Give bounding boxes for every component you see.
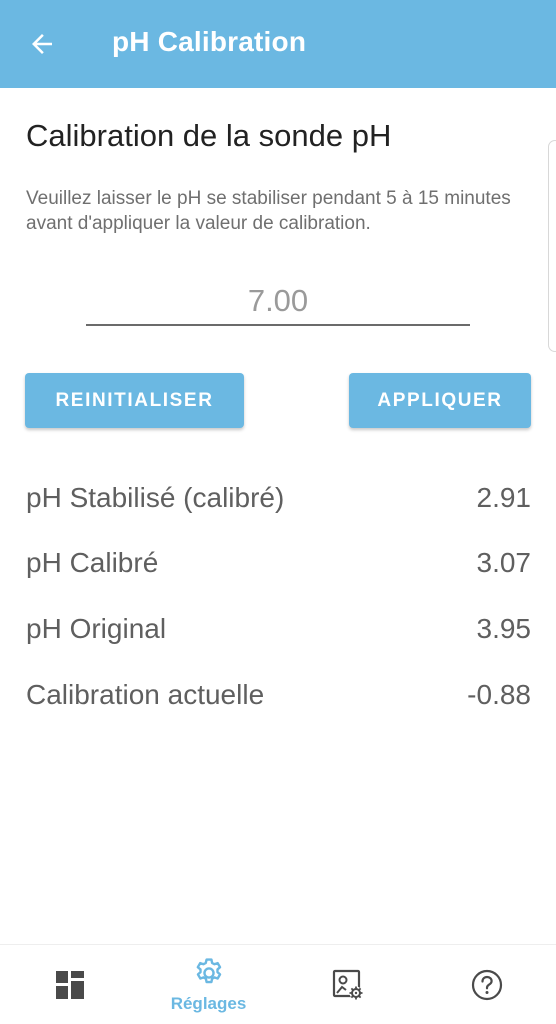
gear-icon <box>196 958 221 984</box>
scroll-edge-handle[interactable] <box>548 140 556 352</box>
app-bar: pH Calibration <box>0 0 556 88</box>
reading-value: 2.91 <box>476 482 532 513</box>
app-screen: pH Calibration Calibration de la sonde p… <box>0 0 556 1024</box>
reading-value: 3.95 <box>476 613 532 644</box>
bottom-navigation: Réglages <box>0 944 556 1024</box>
reading-row-current-calibration: Calibration actuelle -0.88 <box>26 670 531 720</box>
reset-button[interactable]: REINITIALISER <box>25 373 244 428</box>
reading-row-original: pH Original 3.95 <box>26 604 531 654</box>
back-button[interactable] <box>26 28 58 60</box>
dashboard-icon <box>55 971 84 999</box>
apply-button[interactable]: APPLIQUER <box>349 373 531 428</box>
ph-input-container <box>86 280 470 326</box>
reading-row-calibrated: pH Calibré 3.07 <box>26 538 531 588</box>
page-title: pH Calibration <box>112 26 307 57</box>
reading-label: pH Calibré <box>26 547 159 578</box>
nav-item-settings[interactable]: Réglages <box>139 945 278 1024</box>
arrow-left-icon <box>32 34 52 54</box>
reading-label: pH Stabilisé (calibré) <box>26 482 285 513</box>
reading-value: -0.88 <box>467 679 531 710</box>
reading-label: Calibration actuelle <box>26 679 265 710</box>
nav-item-image-settings[interactable] <box>278 945 417 1024</box>
image-settings-icon <box>332 969 362 1000</box>
help-circle-icon <box>471 969 502 1001</box>
reading-label: pH Original <box>26 613 167 644</box>
ph-calibration-input[interactable] <box>86 280 470 322</box>
nav-item-help[interactable] <box>417 945 556 1024</box>
reading-value: 3.07 <box>476 547 532 578</box>
nav-item-label: Réglages <box>170 994 247 1013</box>
section-heading: Calibration de la sonde pH <box>26 118 392 153</box>
reading-row-stabilized: pH Stabilisé (calibré) 2.91 <box>26 473 531 523</box>
nav-item-dashboard[interactable] <box>0 945 139 1024</box>
instructions-text: Veuillez laisser le pH se stabiliser pen… <box>26 188 511 234</box>
